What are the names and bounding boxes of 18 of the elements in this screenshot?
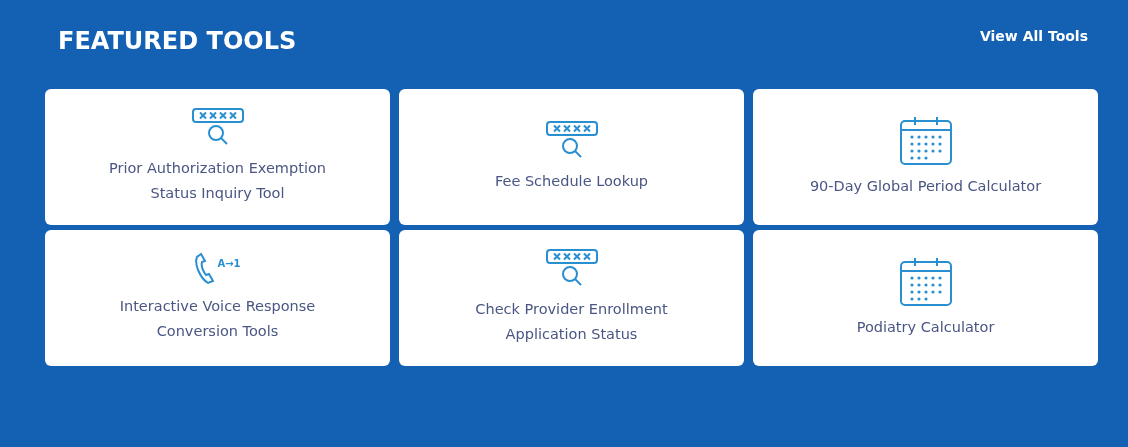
tool-label: Podiatry Calculator [856, 317, 995, 337]
phone-icon [194, 252, 217, 286]
tool-card[interactable]: Prior Authorization Exemption Status Inquiry Tool [45, 89, 390, 225]
tool-card[interactable]: Fee Schedule Lookup [399, 89, 744, 225]
calendar-icon [898, 115, 953, 166]
view-all-link[interactable]: View All Tools [979, 28, 1088, 44]
tool-card[interactable]: 90-Day Global Period Calculator [753, 89, 1098, 225]
tool-label: Interactive Voice Response Conversion Tools [118, 297, 317, 341]
icon-caption: A→1 [217, 258, 241, 269]
tool-label: 90-Day Global Period Calculator [809, 176, 1042, 196]
tool-card[interactable]: Podiatry Calculator [753, 230, 1098, 366]
tool-label: Fee Schedule Lookup [494, 171, 649, 191]
tool-label: Check Provider Enrollment Application Status [474, 300, 669, 344]
tool-card[interactable]: A→1 Interactive Voice Response Conversion Tools [45, 230, 390, 366]
tool-card[interactable]: Check Provider Enrollment Application Status [399, 230, 744, 366]
calendar-icon [898, 256, 953, 307]
tool-label: Prior Authorization Exemption Status Inquiry Tool [108, 159, 327, 203]
section-title: FEATURED TOOLS [58, 27, 297, 55]
